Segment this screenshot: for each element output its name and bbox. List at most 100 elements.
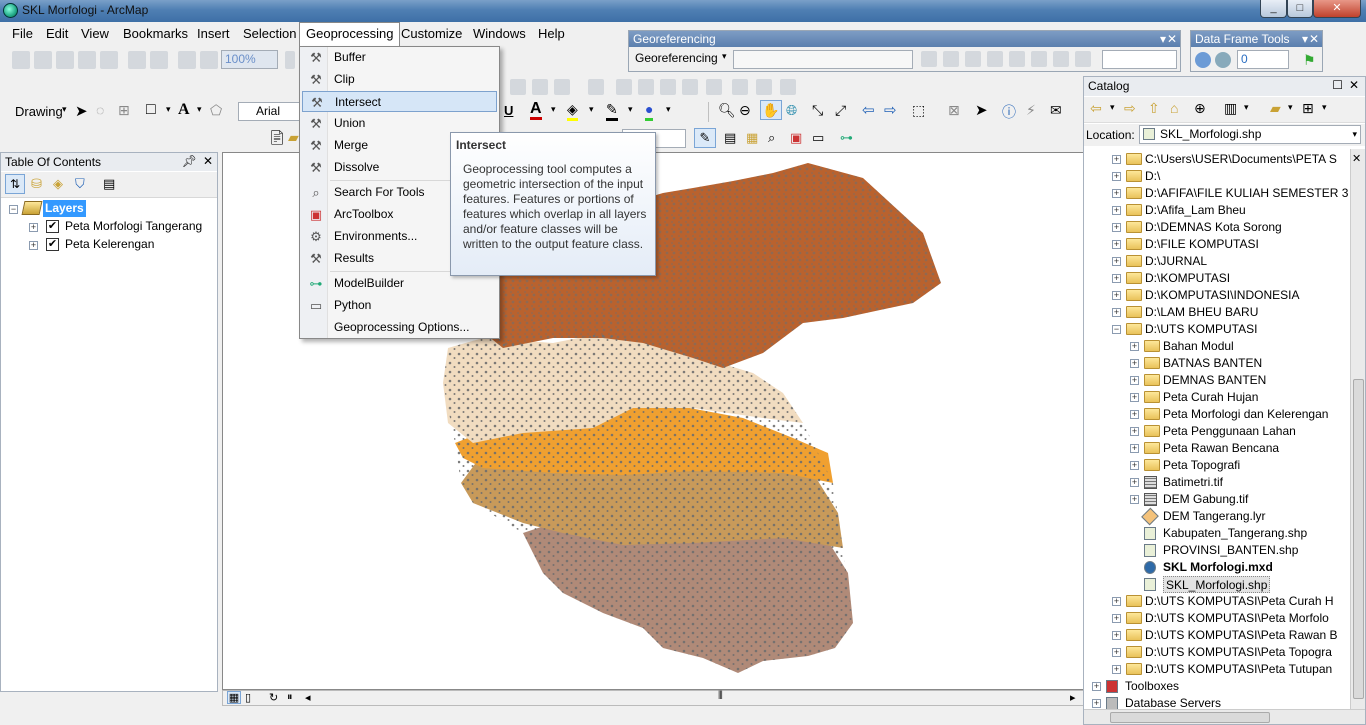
back-extent-icon[interactable] [178, 51, 196, 69]
catalog-item[interactable]: C:\Users\USER\Documents\PETA S [1145, 151, 1337, 168]
sketch-properties-icon[interactable] [732, 79, 748, 95]
collapse-icon[interactable]: − [9, 205, 18, 214]
catalog-item[interactable]: PROVINSI_BANTEN.shp [1163, 542, 1298, 559]
catalog-item[interactable]: DEMNAS BANTEN [1163, 372, 1266, 389]
back-arrow-icon[interactable]: ⇦ [1090, 100, 1102, 117]
catalog-item[interactable]: D:\ [1145, 168, 1160, 185]
catalog-vertical-scrollbar[interactable] [1350, 149, 1365, 709]
catalog-icon[interactable]: ▦ [746, 130, 758, 146]
catalog-item[interactable]: Peta Topografi [1163, 457, 1240, 474]
hyperlink-icon[interactable]: ⚡ [1026, 102, 1036, 119]
close-icon[interactable]: ✕ [203, 154, 213, 168]
expand-icon[interactable]: + [1112, 189, 1121, 198]
add-control-points-icon[interactable] [921, 51, 937, 67]
menu-insert[interactable]: Insert [197, 26, 230, 41]
menu-help[interactable]: Help [538, 26, 565, 41]
layer-peta-morfologi[interactable]: Peta Morfologi Tangerang [65, 218, 202, 235]
menu-item-buffer[interactable]: ⚒ Buffer [302, 47, 497, 68]
new-document-icon[interactable]: 📄︎ [268, 129, 286, 146]
layer-peta-kelerengan[interactable]: Peta Kelerengan [65, 236, 154, 253]
chevron-down-icon[interactable]: ▾ [1302, 31, 1308, 47]
python-window-icon[interactable]: ▭ [812, 130, 824, 146]
delete-link-icon[interactable] [987, 51, 1003, 67]
expand-icon[interactable]: + [1092, 699, 1101, 708]
georef-rotation-input[interactable] [1102, 50, 1177, 69]
chevron-down-icon[interactable]: ▾ [1244, 102, 1249, 113]
catalog-item[interactable]: Peta Morfologi dan Kelerengan [1163, 406, 1328, 423]
chevron-down-icon[interactable]: ▾ [62, 104, 67, 115]
menu-item-geoprocessing-options[interactable]: Geoprocessing Options... [302, 317, 497, 338]
menu-geoprocessing[interactable]: Geoprocessing [299, 22, 401, 46]
auto-adjust-icon[interactable] [1009, 51, 1025, 67]
scroll-left-icon[interactable]: ◂ [305, 691, 311, 704]
zoom-out-icon[interactable]: ⊖ [739, 102, 751, 119]
menu-windows[interactable]: Windows [473, 26, 526, 41]
font-color-icon[interactable]: A [530, 100, 542, 120]
drawing-menu[interactable]: Drawing [15, 104, 63, 119]
close-icon[interactable]: ✕ [1352, 152, 1366, 170]
layer-visibility-checkbox[interactable]: ✔ [46, 238, 59, 251]
close-icon[interactable]: ✕ [1309, 31, 1319, 47]
expand-icon[interactable]: + [1130, 342, 1139, 351]
close-icon[interactable]: ✕ [1167, 31, 1177, 47]
new-map-icon[interactable] [12, 51, 30, 69]
maximize-button[interactable]: □ [1287, 0, 1313, 18]
rotate-data-frame-icon[interactable] [1195, 52, 1211, 68]
expand-icon[interactable]: + [1112, 631, 1121, 640]
rotate-icon[interactable] [1053, 51, 1069, 67]
zoom-level-combo[interactable]: 100% [221, 50, 278, 69]
catalog-item[interactable]: Peta Curah Hujan [1163, 389, 1258, 406]
chevron-down-icon[interactable]: ▾ [166, 104, 171, 115]
list-by-source-icon[interactable]: ⛁ [31, 176, 42, 192]
arc-segment-icon[interactable] [532, 79, 548, 95]
catalog-item[interactable]: D:\UTS KOMPUTASI [1145, 321, 1257, 338]
menu-file[interactable]: File [12, 26, 33, 41]
fixed-zoom-icon[interactable] [100, 51, 118, 69]
expand-icon[interactable]: + [1112, 172, 1121, 181]
expand-icon[interactable]: + [1130, 444, 1139, 453]
text-tool-icon[interactable]: A [178, 101, 190, 119]
catalog-item[interactable]: SKL Morfologi.mxd [1163, 559, 1273, 576]
catalog-item[interactable]: D:\UTS KOMPUTASI\Peta Rawan B [1145, 627, 1338, 644]
catalog-item[interactable]: D:\UTS KOMPUTASI\Peta Topogra [1145, 644, 1332, 661]
catalog-item[interactable]: D:\KOMPUTASI\INDONESIA [1145, 287, 1299, 304]
views-icon[interactable]: ▥ [1224, 100, 1237, 117]
expand-icon[interactable]: + [1112, 240, 1121, 249]
menu-item-clip[interactable]: ⚒ Clip [302, 69, 497, 90]
catalog-item[interactable]: D:\UTS KOMPUTASI\Peta Tutupan [1145, 661, 1332, 678]
data-view-icon[interactable]: ▦ [227, 691, 241, 704]
expand-icon[interactable]: + [1130, 359, 1139, 368]
catalog-item[interactable]: Bahan Modul [1163, 338, 1234, 355]
rotate-icon[interactable]: ◌ [96, 102, 104, 118]
fill-color-icon[interactable]: ◈ [567, 101, 578, 121]
expand-icon[interactable]: + [29, 223, 38, 232]
catalog-item[interactable]: Peta Rawan Bencana [1163, 440, 1279, 457]
pin-icon[interactable]: 📌︎ [182, 154, 197, 168]
catalog-item[interactable]: BATNAS BANTEN [1163, 355, 1262, 372]
chevron-down-icon[interactable]: ▾ [722, 51, 727, 62]
chevron-down-icon[interactable]: ▾ [551, 104, 556, 115]
zoom-out-fixed-icon[interactable] [150, 51, 168, 69]
open-folder-icon[interactable]: ▰ [288, 129, 299, 146]
scroll-right-icon[interactable]: ▸ [1070, 691, 1076, 704]
catalog-item[interactable]: D:\DEMNAS Kota Sorong [1145, 219, 1282, 236]
close-icon[interactable]: ✕ [1349, 78, 1359, 92]
catalog-item[interactable]: Database Servers [1125, 695, 1221, 709]
expand-icon[interactable]: + [1130, 376, 1139, 385]
list-by-visibility-icon[interactable]: ◈ [53, 176, 63, 192]
rotate-feature-icon[interactable] [682, 79, 698, 95]
catalog-item[interactable]: SKL_Morfologi.shp [1163, 576, 1271, 593]
catalog-item[interactable]: D:\KOMPUTASI [1145, 270, 1230, 287]
underline-icon[interactable]: U [504, 103, 513, 118]
expand-icon[interactable]: + [1130, 461, 1139, 470]
maximize-icon[interactable]: ☐ [1332, 78, 1343, 92]
up-folder-icon[interactable]: ⇧ [1148, 100, 1160, 117]
expand-icon[interactable]: + [1112, 257, 1121, 266]
select-elements-icon[interactable]: ➤ [975, 101, 988, 119]
close-button[interactable]: ✕ [1313, 0, 1361, 18]
identify-icon[interactable]: ⓘ [1002, 102, 1016, 122]
edit-annotation-icon[interactable] [780, 79, 796, 95]
location-combo[interactable]: SKL_Morfologi.shp ▾ [1139, 125, 1361, 144]
layers-root[interactable]: Layers [43, 200, 86, 217]
menu-bookmarks[interactable]: Bookmarks [123, 26, 188, 41]
